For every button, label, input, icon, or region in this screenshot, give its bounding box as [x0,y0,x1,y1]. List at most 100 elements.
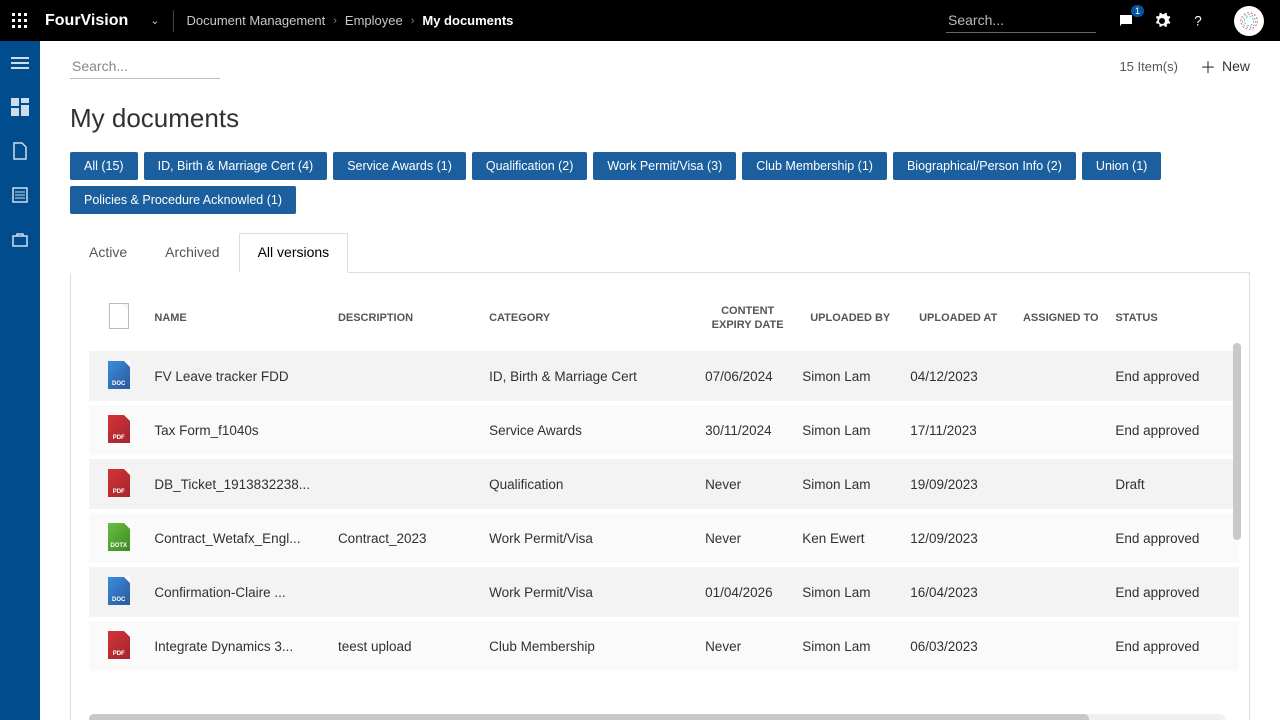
filter-pill[interactable]: Policies & Procedure Acknowled (1) [70,186,296,214]
cell-assigned-to [1012,567,1109,617]
cell-assigned-to [1012,621,1109,671]
filter-pill[interactable]: All (15) [70,152,138,180]
toolbar: 15 Item(s) ＋ New [70,41,1250,91]
cell-category: Work Permit/Visa [483,567,699,617]
cell-name: Confirmation-Claire ... [148,567,332,617]
cell-uploaded-by: Ken Ewert [796,513,904,563]
document-grid: NAME DESCRIPTION CATEGORY CONTENT EXPIRY… [70,273,1250,720]
file-type-cell [89,621,148,671]
sidebar [0,41,40,720]
item-count: 15 Item(s) [1119,59,1178,74]
search-input[interactable] [70,54,220,79]
table-row[interactable]: DB_Ticket_1913832238...QualificationNeve… [89,459,1239,509]
filter-pill[interactable]: Service Awards (1) [333,152,466,180]
cell-status: End approved [1109,621,1239,671]
cell-uploaded-at: 12/09/2023 [904,513,1012,563]
cell-category: Club Membership [483,621,699,671]
document-icon[interactable] [0,137,40,165]
cell-description: teest upload [332,621,483,671]
divider [173,10,174,32]
cell-category: ID, Birth & Marriage Cert [483,351,699,401]
help-icon[interactable]: ? [1188,11,1208,31]
messages-icon[interactable]: 1 [1116,11,1136,31]
filter-pill[interactable]: Biographical/Person Info (2) [893,152,1076,180]
briefcase-icon[interactable] [0,225,40,253]
filter-pill[interactable]: ID, Birth & Marriage Cert (4) [144,152,328,180]
column-header-assigned-to[interactable]: ASSIGNED TO [1012,295,1109,347]
horizontal-scrollbar[interactable] [89,714,1225,720]
file-doc-icon [108,361,130,389]
cell-description [332,405,483,455]
dashboard-icon[interactable] [0,93,40,121]
column-header-uploaded-by[interactable]: UPLOADED BY [796,295,904,347]
filter-pill[interactable]: Club Membership (1) [742,152,887,180]
filter-pill[interactable]: Qualification (2) [472,152,588,180]
breadcrumb-link[interactable]: Document Management [180,13,331,28]
global-search-input[interactable] [946,8,1096,33]
column-header-expiry[interactable]: CONTENT EXPIRY DATE [699,295,796,347]
new-button-label: New [1222,58,1250,74]
file-doc-icon [108,577,130,605]
app-launcher-icon[interactable] [0,0,40,41]
page-title: My documents [70,103,1250,134]
filter-pills: All (15) ID, Birth & Marriage Cert (4) S… [70,152,1250,214]
tabs: Active Archived All versions [70,232,1250,273]
cell-uploaded-by: Simon Lam [796,351,904,401]
cell-uploaded-at: 16/04/2023 [904,567,1012,617]
notification-badge: 1 [1131,5,1144,17]
column-header-icon [89,295,148,347]
avatar[interactable] [1234,6,1264,36]
tab-all-versions[interactable]: All versions [239,233,349,273]
new-button[interactable]: ＋ New [1200,54,1250,78]
column-header-description[interactable]: DESCRIPTION [332,295,483,347]
svg-text:?: ? [1194,13,1202,28]
column-header-category[interactable]: CATEGORY [483,295,699,347]
plus-icon: ＋ [1200,54,1216,78]
cell-expiry: Never [699,459,796,509]
cell-status: End approved [1109,405,1239,455]
breadcrumb: Document Management › Employee › My docu… [180,13,519,28]
cell-status: End approved [1109,513,1239,563]
file-type-cell [89,513,148,563]
cell-uploaded-at: 19/09/2023 [904,459,1012,509]
cell-expiry: 01/04/2026 [699,567,796,617]
breadcrumb-link[interactable]: Employee [339,13,409,28]
cell-expiry: 07/06/2024 [699,351,796,401]
filter-pill[interactable]: Work Permit/Visa (3) [593,152,736,180]
file-type-cell [89,459,148,509]
file-type-cell [89,405,148,455]
chevron-right-icon: › [409,15,417,27]
topbar: FourVision ⌄ Document Management › Emplo… [0,0,1280,41]
hamburger-icon[interactable] [0,49,40,77]
column-header-name[interactable]: NAME [148,295,332,347]
cell-name: Contract_Wetafx_Engl... [148,513,332,563]
gear-icon[interactable] [1152,11,1172,31]
list-icon[interactable] [0,181,40,209]
table-row[interactable]: Confirmation-Claire ... Work Permit/Visa0… [89,567,1239,617]
table-row[interactable]: Integrate Dynamics 3...teest uploadClub … [89,621,1239,671]
cell-description [332,351,483,401]
cell-assigned-to [1012,405,1109,455]
table-row[interactable]: Contract_Wetafx_Engl...Contract_2023Work… [89,513,1239,563]
cell-category: Qualification [483,459,699,509]
column-header-uploaded-at[interactable]: UPLOADED AT [904,295,1012,347]
cell-uploaded-at: 06/03/2023 [904,621,1012,671]
cell-category: Work Permit/Visa [483,513,699,563]
cell-uploaded-by: Simon Lam [796,405,904,455]
cell-assigned-to [1012,459,1109,509]
filter-pill[interactable]: Union (1) [1082,152,1161,180]
cell-category: Service Awards [483,405,699,455]
table-row[interactable]: Tax Form_f1040sService Awards30/11/2024S… [89,405,1239,455]
tab-archived[interactable]: Archived [146,233,238,273]
column-header-status[interactable]: STATUS [1109,295,1239,347]
cell-expiry: Never [699,621,796,671]
chevron-down-icon[interactable]: ⌄ [138,14,171,27]
table-row[interactable]: FV Leave tracker FDDID, Birth & Marriage… [89,351,1239,401]
cell-status: End approved [1109,351,1239,401]
vertical-scrollbar[interactable] [1233,303,1241,662]
cell-uploaded-at: 17/11/2023 [904,405,1012,455]
cell-uploaded-by: Simon Lam [796,567,904,617]
tab-active[interactable]: Active [70,233,146,273]
brand-name[interactable]: FourVision [40,12,138,30]
breadcrumb-current: My documents [416,13,519,28]
